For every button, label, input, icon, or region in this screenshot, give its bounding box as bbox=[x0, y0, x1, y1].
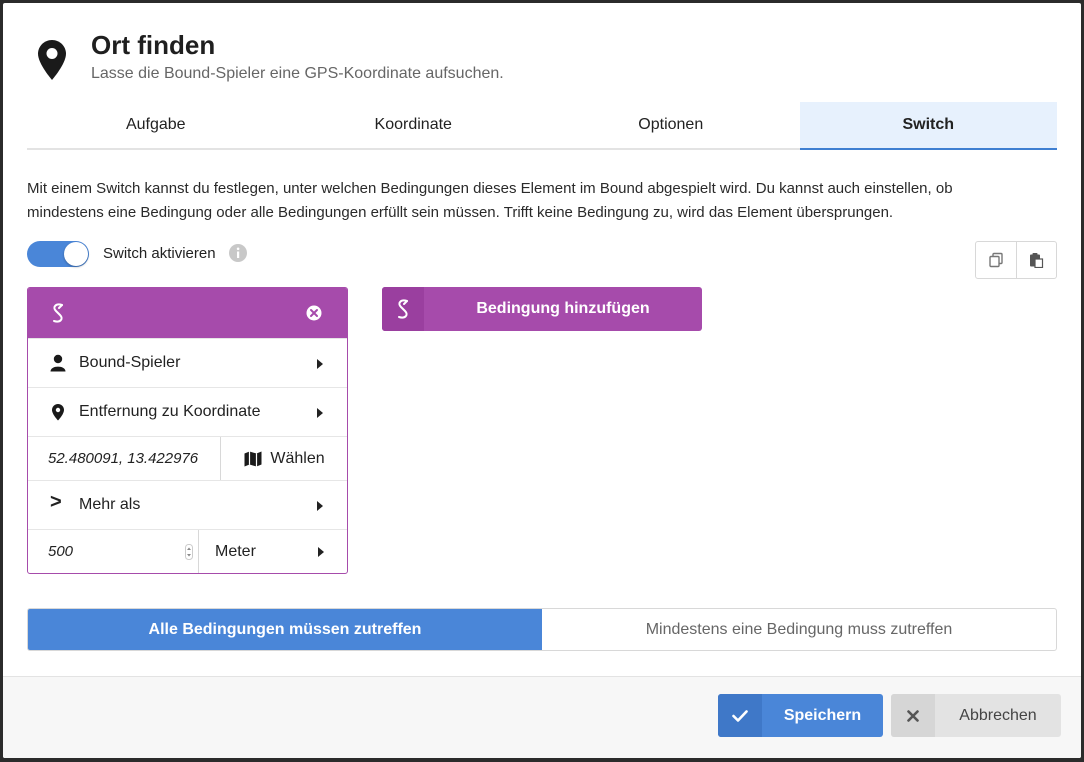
switch-s-icon bbox=[53, 303, 63, 323]
condition-card: Bound-Spieler Entfernung zu Koordinate 5… bbox=[27, 287, 348, 574]
condition-header bbox=[28, 288, 347, 338]
page-title: Ort finden bbox=[91, 30, 216, 60]
tab-switch[interactable]: Switch bbox=[799, 102, 1057, 150]
paste-button[interactable] bbox=[1015, 242, 1057, 278]
greater-than-icon: > bbox=[50, 491, 62, 513]
distance-value-input[interactable]: 500 bbox=[48, 543, 73, 560]
condition-comparator-label: Mehr als bbox=[79, 496, 141, 513]
condition-mode-group: Alle Bedingungen müssen zutreffen Mindes… bbox=[27, 608, 1057, 651]
description-line-2: mindestens eine Bedingung oder alle Bedi… bbox=[27, 204, 894, 221]
close-icon bbox=[907, 709, 919, 722]
save-label: Speichern bbox=[783, 707, 862, 724]
caret-right-icon bbox=[317, 359, 323, 369]
caret-right-icon bbox=[317, 408, 323, 418]
condition-comparator-select[interactable]: > Mehr als bbox=[28, 480, 347, 529]
paste-icon bbox=[1030, 253, 1044, 268]
choose-coordinate-button[interactable]: Wählen bbox=[220, 437, 347, 480]
unit-label: Meter bbox=[215, 543, 256, 560]
tab-bar: Aufgabe Koordinate Optionen Switch bbox=[27, 102, 1057, 150]
number-spinner-icon[interactable] bbox=[185, 544, 193, 560]
tab-optionen[interactable]: Optionen bbox=[542, 102, 800, 148]
user-icon bbox=[50, 354, 66, 372]
remove-condition-icon[interactable] bbox=[306, 305, 322, 321]
check-icon bbox=[732, 709, 748, 722]
coordinate-value[interactable]: 52.480091, 13.422976 bbox=[48, 450, 198, 467]
choose-coordinate-label: Wählen bbox=[270, 449, 325, 467]
unit-select[interactable]: Meter bbox=[198, 530, 347, 573]
dialog-header: Ort finden Lasse die Bound-Spieler eine … bbox=[3, 3, 1081, 103]
add-condition-icon-box bbox=[382, 287, 424, 331]
copy-button[interactable] bbox=[976, 242, 1016, 278]
switch-s-icon bbox=[398, 299, 408, 319]
page-subtitle: Lasse die Bound-Spieler eine GPS-Koordin… bbox=[91, 65, 504, 82]
condition-metric-label: Entfernung zu Koordinate bbox=[79, 403, 261, 420]
info-icon[interactable] bbox=[228, 243, 248, 263]
save-button[interactable]: Speichern bbox=[718, 694, 883, 737]
copy-icon bbox=[989, 252, 1003, 268]
tab-koordinate[interactable]: Koordinate bbox=[285, 102, 543, 148]
caret-right-icon bbox=[317, 501, 323, 511]
distance-row: 500 Meter bbox=[28, 529, 347, 573]
mode-any-button[interactable]: Mindestens eine Bedingung muss zutreffen bbox=[542, 609, 1056, 650]
caret-right-icon bbox=[318, 547, 324, 557]
condition-subject-label: Bound-Spieler bbox=[79, 354, 181, 371]
map-icon bbox=[244, 451, 262, 466]
switch-description: Mit einem Switch kannst du festlegen, un… bbox=[27, 177, 1037, 225]
switch-toggle-label: Switch aktivieren bbox=[103, 245, 216, 262]
tab-aufgabe[interactable]: Aufgabe bbox=[27, 102, 285, 148]
cancel-button[interactable]: Abbrechen bbox=[891, 694, 1061, 737]
cancel-icon-box bbox=[891, 694, 935, 737]
add-condition-label: Bedingung hinzufügen bbox=[476, 300, 650, 317]
mode-all-button[interactable]: Alle Bedingungen müssen zutreffen bbox=[28, 609, 542, 650]
map-pin-icon bbox=[38, 40, 66, 80]
switch-toggle[interactable] bbox=[27, 241, 89, 267]
toggle-knob bbox=[64, 242, 88, 266]
dialog: Ort finden Lasse die Bound-Spieler eine … bbox=[3, 3, 1081, 758]
coordinate-row: 52.480091, 13.422976 Wählen bbox=[28, 436, 347, 480]
save-icon-box bbox=[718, 694, 762, 737]
condition-metric-select[interactable]: Entfernung zu Koordinate bbox=[28, 387, 347, 436]
description-line-1: Mit einem Switch kannst du festlegen, un… bbox=[27, 180, 953, 197]
condition-subject-select[interactable]: Bound-Spieler bbox=[28, 338, 347, 387]
map-pin-small-icon bbox=[52, 404, 64, 421]
copy-paste-group bbox=[975, 241, 1057, 279]
cancel-label: Abbrechen bbox=[959, 707, 1037, 724]
add-condition-button[interactable]: Bedingung hinzufügen bbox=[382, 287, 702, 331]
